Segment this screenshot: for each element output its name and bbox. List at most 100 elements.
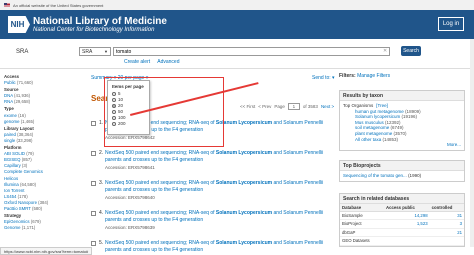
result-checkbox[interactable] — [91, 181, 96, 186]
filter-label: EpiGenomics — [4, 219, 30, 225]
organism-count: (6749) — [390, 125, 404, 131]
filter-label: Complete Genomics — [4, 169, 43, 175]
more-taxa-link[interactable]: More... — [343, 142, 461, 148]
result-number: 3. — [99, 180, 104, 186]
result-checkbox[interactable] — [91, 121, 96, 126]
result-number: 5. — [99, 240, 104, 246]
search-input[interactable] — [113, 47, 390, 56]
filter-group-type: Type exome (16) genome (1,465) — [4, 106, 79, 124]
public-count-link[interactable]: 1,523 — [383, 219, 430, 229]
filter-count: (384) — [38, 199, 49, 205]
result-title-link[interactable]: NextSeq 500 paired end sequencing; RNA-s… — [105, 150, 341, 164]
filter-item[interactable]: RNA (29,658) — [4, 99, 79, 105]
bioproject-item[interactable]: Sequencing of the tomato gen... (1990) — [343, 173, 461, 179]
result-accession: Accession: ERX5798640 — [105, 195, 155, 200]
filter-count: (679) — [30, 219, 41, 225]
organism-count: (12392) — [385, 119, 401, 125]
result-accession: Accession: ERX5798639 — [105, 225, 155, 230]
filter-count: (580) — [32, 205, 43, 211]
prev-page-link[interactable]: < Prev — [258, 104, 271, 109]
filter-count: (1,465) — [20, 118, 35, 124]
result-checkbox[interactable] — [91, 211, 96, 216]
related-databases-table: Database Access public controlled BioSam… — [340, 204, 464, 246]
table-row: GEO Datasets — [340, 236, 464, 246]
create-alert-link[interactable]: Create alert — [124, 59, 150, 65]
filter-item[interactable]: PacBio SMRT (580) — [4, 206, 79, 212]
gov-banner-text: An official website of the United States… — [13, 2, 104, 8]
db-name: GEO Datasets — [340, 236, 384, 246]
taxon-panel: Results by taxon Top Organisms [Tree] hu… — [339, 90, 465, 151]
page-scrollbar[interactable] — [470, 39, 474, 247]
organism-count: (19196) — [401, 114, 418, 120]
public-count-link[interactable] — [383, 236, 430, 246]
result-checkbox[interactable] — [91, 151, 96, 156]
page-total: of 3583 — [302, 104, 318, 109]
filter-count: (29,658) — [14, 99, 31, 105]
organism-name: All other taxa — [355, 136, 382, 142]
filter-item[interactable]: single (33,298) — [4, 138, 79, 144]
filter-label: DNA — [4, 93, 13, 99]
annotation-highlight-box — [104, 77, 224, 147]
filter-group-layout: Library Layout paired (38,364) single (3… — [4, 126, 79, 144]
browser-status-bar: https://www.ncbi.nlm.nih.gov/sra?term=to… — [0, 247, 93, 255]
send-to-menu[interactable]: Send to: ▾ — [312, 75, 335, 81]
related-databases-panel: Search in related databases Database Acc… — [339, 193, 465, 247]
result-checkbox[interactable] — [91, 241, 96, 246]
result-title-link[interactable]: NextSeq 500 paired end sequencing; RNA-s… — [105, 210, 341, 224]
gov-banner: An official website of the United States… — [0, 0, 474, 10]
organism-name: Solanum lycopersicum — [355, 114, 401, 120]
site-header: NIH National Library of Medicine Nationa… — [0, 10, 474, 39]
nih-logo[interactable]: NIH — [8, 16, 30, 33]
search-button[interactable]: Search — [401, 46, 421, 56]
filter-group-source: Source DNA (41,936) RNA (29,658) — [4, 87, 79, 105]
site-subtitle: National Center for Biotechnology Inform… — [33, 26, 155, 33]
controlled-count-link[interactable] — [429, 236, 464, 246]
brand[interactable]: National Library of Medicine National Ce… — [33, 16, 167, 34]
filter-group-strategy: Strategy EpiGenomics (679) Genome (1,171… — [4, 213, 79, 231]
divider — [0, 68, 474, 69]
filter-item[interactable]: Public (71,660) — [4, 80, 79, 86]
clear-icon[interactable]: ✕ — [383, 48, 387, 54]
advanced-search-link[interactable]: Advanced — [157, 59, 179, 65]
filter-item[interactable]: genome (1,465) — [4, 119, 79, 125]
filter-label: Public — [4, 80, 16, 86]
database-select[interactable]: SRA ▼ — [79, 47, 111, 56]
panel-heading[interactable]: Results by taxon — [340, 91, 464, 101]
first-page-link[interactable]: << First — [240, 104, 255, 109]
bioproject-link: Sequencing of the tomato gen... — [343, 173, 407, 178]
organism-count: (14853) — [382, 136, 399, 142]
result-number: 1. — [99, 120, 104, 126]
panel-heading[interactable]: Search in related databases — [340, 194, 464, 204]
filter-count: (79) — [26, 151, 34, 157]
public-count-link[interactable] — [383, 228, 430, 238]
filter-label: Capillary — [4, 163, 21, 169]
next-page-link[interactable]: Next > — [321, 104, 334, 109]
filter-label: Ion Torrent — [4, 187, 25, 193]
public-count-link[interactable]: 14,298 — [383, 211, 430, 221]
filter-count: (64,580) — [20, 181, 37, 187]
result-title-link[interactable]: NextSeq 500 paired end sequencing; RNA-s… — [105, 180, 341, 194]
login-button[interactable]: Log in — [438, 17, 464, 31]
organism-count: (18909) — [405, 108, 421, 114]
filter-label: Oxford Nanopore — [4, 199, 37, 205]
db-heading: SRA — [16, 49, 29, 55]
filter-label: Helicos — [4, 175, 19, 181]
filter-count: (3) — [21, 163, 28, 169]
db-name: dbGaP — [340, 228, 384, 238]
controlled-count-link[interactable]: 3 — [429, 219, 464, 229]
filter-sidebar: Access Public (71,660) Source DNA (41,93… — [4, 73, 79, 231]
table-row: BioSample 14,298 31 — [340, 211, 464, 221]
search-sub-links: Create alert Advanced — [124, 59, 186, 65]
controlled-count-link[interactable]: 31 — [429, 211, 464, 221]
page-number-input[interactable]: 1 — [287, 103, 300, 110]
controlled-count-link[interactable]: 21 — [429, 228, 464, 238]
table-row: dbGaP 21 — [340, 228, 464, 238]
result-title-link[interactable]: NextSeq 500 paired end sequencing; RNA-s… — [105, 240, 341, 254]
filter-count: (178) — [17, 193, 28, 199]
filter-item[interactable]: Genome (1,171) — [4, 225, 79, 231]
filter-label: PacBio SMRT — [4, 205, 31, 211]
filter-label: BGISEQ — [4, 157, 21, 163]
db-name: BioProject — [340, 219, 384, 229]
panel-heading[interactable]: Top Bioprojects — [340, 161, 464, 171]
manage-filters-link[interactable]: Manage Filters — [357, 73, 390, 79]
